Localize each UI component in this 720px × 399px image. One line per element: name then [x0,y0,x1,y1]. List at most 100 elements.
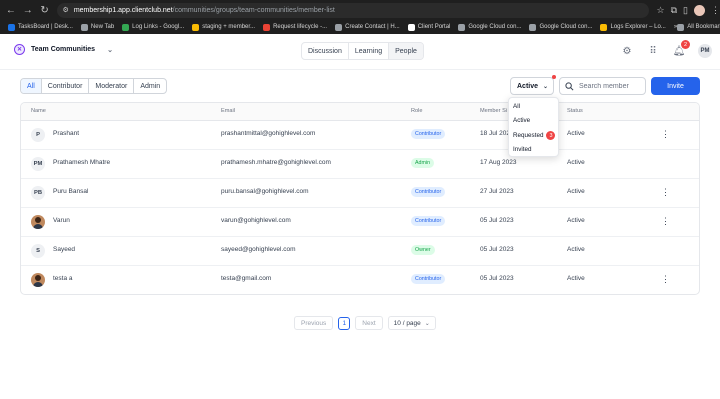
sidepanel-icon[interactable]: ▯ [683,5,688,16]
back-icon[interactable]: ← [5,3,17,17]
chevron-down-icon: ⌄ [424,320,430,327]
browser-toolbar: ← → ↻ ⚙ membership1.app.clientclub.net/c… [0,0,720,20]
tab-people[interactable]: People [389,43,423,59]
column-header-role: Role [411,108,423,114]
invite-button[interactable]: Invite [651,77,700,95]
member-since: 05 Jul 2023 [480,275,514,282]
role-filter-all[interactable]: All [21,79,42,93]
status-alert-dot [552,75,556,79]
bookmark-label: Create Contact | H... [345,24,400,30]
bookmark-item[interactable]: Create Contact | H... [335,23,400,31]
bookmark-item[interactable]: Client Portal [407,23,450,31]
bookmark-item[interactable]: Request lifecycle -... [263,23,327,31]
member-since: 05 Jul 2023 [480,217,514,224]
row-actions-kebab-icon[interactable]: ⋮ [661,274,670,284]
bookmark-favicon-icon [192,23,200,31]
status-option-label: Active [513,117,531,124]
table-row: S Sayeed sayeed@gohighlevel.com Owner 05 Jul… [21,237,699,266]
all-bookmarks[interactable]: All Bookmarks [677,23,720,31]
member-status: Active [567,246,585,253]
bookmark-item[interactable]: Log Links - Googl... [122,23,184,31]
bookmark-favicon-icon [263,23,271,31]
status-option-invited[interactable]: Invited [513,146,532,153]
row-actions-kebab-icon[interactable]: ⋮ [661,187,670,197]
role-filter-admin[interactable]: Admin [134,79,166,93]
status-option-requested[interactable]: Requested 3 [513,131,556,140]
table-row: PB Puru Bansal puru.bansal@gohighlevel.com… [21,179,699,208]
extensions-icon[interactable]: ⧉ [671,5,677,16]
bookmark-item[interactable]: staging + member... [192,23,255,31]
bell-icon[interactable]: 🔔︎ 2 [672,40,690,58]
browser-menu-icon[interactable]: ⋮ [711,5,720,16]
bookmark-favicon-icon [8,23,15,31]
role-badge: Contributor [411,187,446,197]
bookmark-label: Google Cloud con... [539,24,593,30]
status-option-label: All [513,103,520,110]
column-header-name: Name [31,108,46,114]
member-status: Active [567,188,585,195]
forward-icon[interactable]: → [22,3,34,17]
status-dropdown-menu: All Active Requested 3 Invited [508,97,559,157]
status-option-label: Requested [513,132,544,139]
member-avatar: PB [31,186,45,200]
status-option-all[interactable]: All [513,103,520,110]
previous-page-button[interactable]: Previous [294,316,334,330]
page-number-button[interactable]: 1 [338,316,351,330]
member-avatar: PM [31,157,45,171]
community-tabs: Discussion Learning People [301,42,424,60]
role-badge: Contributor [411,274,446,284]
role-filter-moderator[interactable]: Moderator [89,79,135,93]
table-header: Name Email Role Member Si Status [21,103,699,121]
member-avatar [31,273,45,287]
profile-avatar[interactable] [694,4,705,16]
bookmark-label: TasksBoard | Desk... [18,24,73,30]
member-status: Active [567,275,585,282]
bookmark-item[interactable]: New Tab [80,23,115,31]
community-selector[interactable]: ✕ Team Communities ⌄ [14,44,113,55]
tab-discussion[interactable]: Discussion [302,43,349,59]
apps-grid-icon[interactable]: ⠿ [646,44,660,58]
bookmark-label: Google Cloud con... [468,24,522,30]
role-badge: Admin [411,158,435,168]
member-name: Prashant [53,130,80,137]
status-option-label: Invited [513,146,532,153]
row-actions-kebab-icon[interactable]: ⋮ [661,216,670,226]
search-member-input[interactable] [579,82,645,90]
community-logo-icon: ✕ [14,44,25,55]
tab-learning[interactable]: Learning [349,43,390,59]
pagination: Previous 1 Next 10 / page ⌄ [294,316,436,330]
role-filter-contributor[interactable]: Contributor [42,79,90,93]
chevron-down-icon: ⌄ [107,46,113,54]
bookmark-star-icon[interactable]: ☆ [657,5,665,16]
member-email: puru.bansal@gohighlevel.com [221,188,309,195]
settings-gear-icon[interactable]: ⚙ [620,44,634,58]
member-status: Active [567,159,585,166]
bookmark-favicon-icon [122,23,130,31]
bookmark-item[interactable]: Logs Explorer – Lo... [600,23,666,31]
user-avatar[interactable]: PM [698,44,712,58]
search-member-field[interactable] [559,77,646,95]
member-since: 05 Jul 2023 [480,246,514,253]
bookmark-favicon-icon [600,23,608,31]
notification-count-badge: 2 [681,40,690,49]
bookmark-item[interactable]: Google Cloud con... [529,23,593,31]
bookmark-item[interactable]: Google Cloud con... [458,23,522,31]
address-bar[interactable]: ⚙ membership1.app.clientclub.net/communi… [56,2,649,18]
status-option-active[interactable]: Active [513,117,530,124]
next-page-button[interactable]: Next [355,316,383,330]
site-info-icon[interactable]: ⚙ [63,6,69,14]
role-badge: Owner [411,245,435,255]
member-name: testa a [53,275,73,282]
table-row: P Prashant prashantmittal@gohighlevel.com C… [21,121,699,150]
member-avatar [31,215,45,229]
member-name: Prathamesh Mhatre [53,159,111,166]
member-name: Sayeed [53,246,76,253]
member-name: Varun [53,217,70,224]
bookmark-label: New Tab [90,24,115,30]
reload-icon[interactable]: ↻ [39,3,51,17]
page-size-select[interactable]: 10 / page ⌄ [387,316,436,330]
bookmark-item[interactable]: TasksBoard | Desk... [8,23,73,31]
row-actions-kebab-icon[interactable]: ⋮ [661,129,670,139]
status-select[interactable]: Active ⌄ [510,77,554,95]
community-name: Team Communities [31,46,96,53]
